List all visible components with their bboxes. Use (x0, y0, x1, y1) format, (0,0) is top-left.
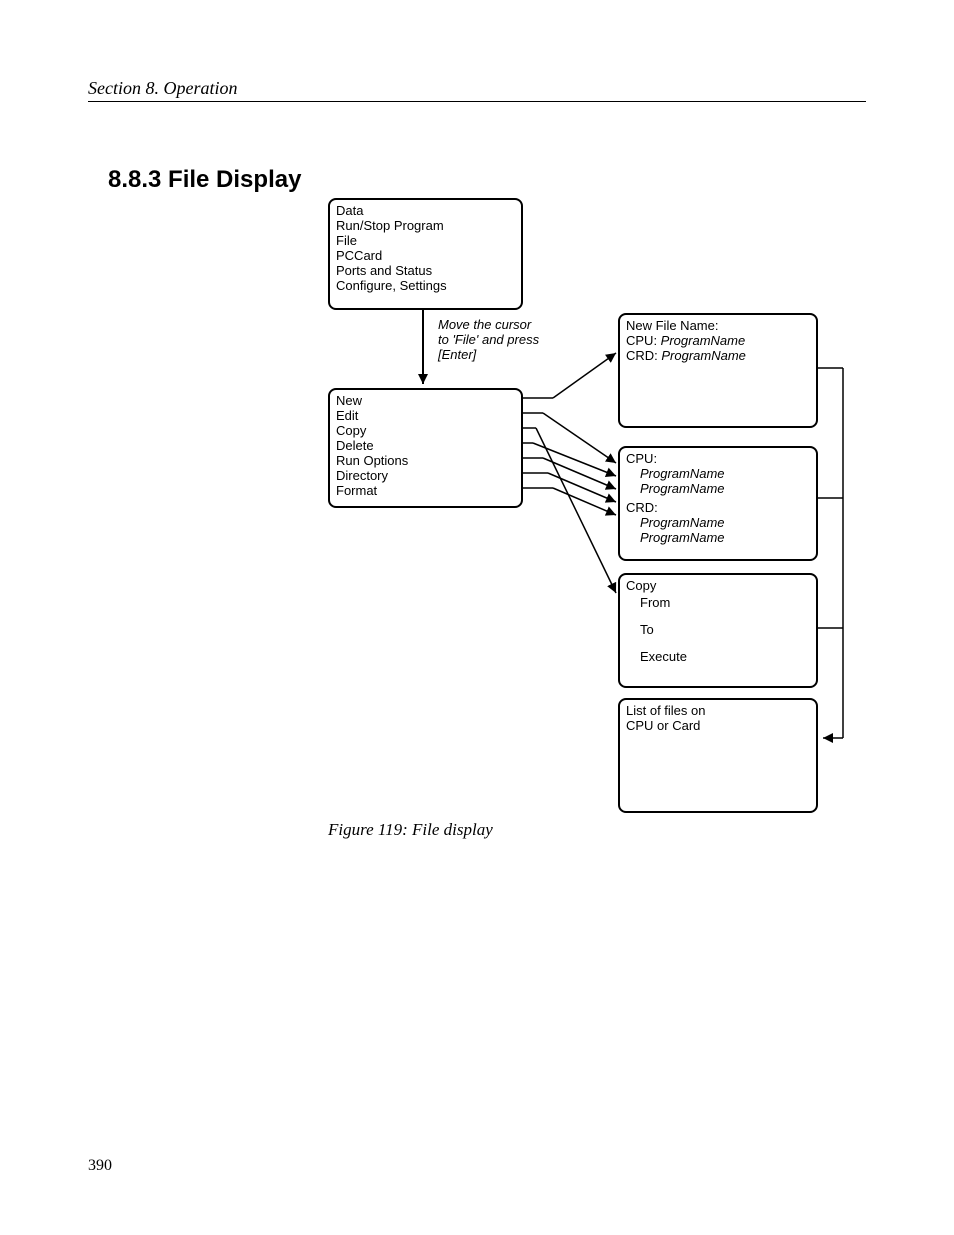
new-file-title: New File Name: (626, 319, 810, 334)
page-header: Section 8. Operation (88, 78, 866, 102)
value-programname: ProgramName (626, 516, 810, 531)
value-programname: ProgramName (661, 348, 746, 363)
box-file-menu: New Edit Copy Delete Run Options Directo… (328, 388, 523, 508)
list-line: List of files on (626, 704, 810, 719)
copy-to: To (626, 623, 810, 638)
box-main-menu: Data Run/Stop Program File PCCard Ports … (328, 198, 523, 310)
main-menu-item: Ports and Status (336, 264, 515, 279)
copy-from: From (626, 596, 810, 611)
instruction-line: Move the cursor (438, 318, 539, 333)
list-line: CPU or Card (626, 719, 810, 734)
main-menu-item: Data (336, 204, 515, 219)
file-menu-item: New (336, 394, 515, 409)
label-crd: CRD: (626, 348, 661, 363)
figure-caption: Figure 119: File display (328, 820, 493, 840)
file-menu-item: Directory (336, 469, 515, 484)
value-programname: ProgramName (626, 531, 810, 546)
label-cpu: CPU: (626, 333, 661, 348)
file-menu-item: Format (336, 484, 515, 499)
new-file-line: CRD: ProgramName (626, 349, 810, 364)
file-menu-item: Edit (336, 409, 515, 424)
copy-title: Copy (626, 579, 810, 594)
main-menu-item: Configure, Settings (336, 279, 515, 294)
value-programname: ProgramName (626, 482, 810, 497)
box-new-file: New File Name: CPU: ProgramName CRD: Pro… (618, 313, 818, 428)
label-crd: CRD: (626, 501, 810, 516)
file-menu-item: Run Options (336, 454, 515, 469)
instruction-line: [Enter] (438, 348, 539, 363)
value-programname: ProgramName (661, 333, 746, 348)
copy-execute: Execute (626, 650, 810, 665)
file-menu-item: Delete (336, 439, 515, 454)
box-copy: Copy From To Execute (618, 573, 818, 688)
main-menu-item: PCCard (336, 249, 515, 264)
new-file-line: CPU: ProgramName (626, 334, 810, 349)
value-programname: ProgramName (626, 467, 810, 482)
label-cpu: CPU: (626, 452, 810, 467)
section-heading: 8.8.3 File Display (108, 166, 301, 194)
box-cpu-crd: CPU: ProgramName ProgramName CRD: Progra… (618, 446, 818, 561)
main-menu-item: Run/Stop Program (336, 219, 515, 234)
instruction-line: to 'File' and press (438, 333, 539, 348)
figure-diagram: Data Run/Stop Program File PCCard Ports … (328, 198, 868, 818)
file-menu-item: Copy (336, 424, 515, 439)
box-list-files: List of files on CPU or Card (618, 698, 818, 813)
instruction-text: Move the cursor to 'File' and press [Ent… (438, 318, 539, 363)
main-menu-item: File (336, 234, 515, 249)
page-number: 390 (88, 1157, 112, 1175)
